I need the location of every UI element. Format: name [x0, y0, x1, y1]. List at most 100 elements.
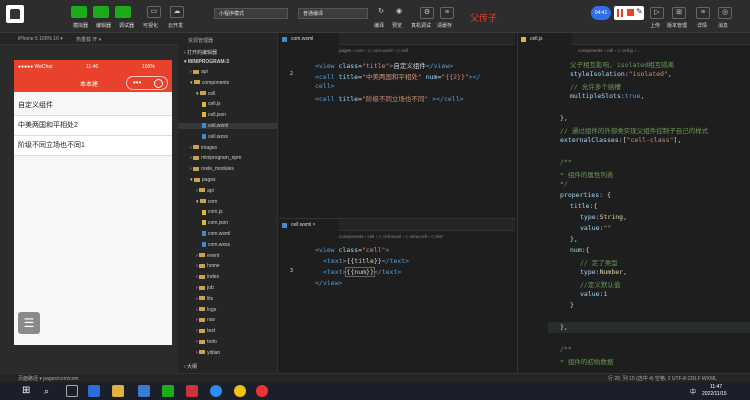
folder-item[interactable]: › home [196, 263, 220, 269]
tree-label: logs [207, 306, 217, 313]
file-item[interactable]: cell.js [202, 101, 221, 107]
folder-icon [193, 156, 200, 161]
editor-com-wxml[interactable]: com.wxml pages › com › ◇ com.wxml › ◇ ce… [279, 33, 515, 216]
folder-item[interactable]: › node_modules [190, 166, 234, 172]
tree-label: cell [207, 90, 216, 97]
folder-app-icon[interactable] [112, 385, 124, 397]
outline-panel[interactable]: › 大纲 [184, 363, 197, 370]
folder-item[interactable]: › lits [196, 296, 213, 302]
folder-item[interactable]: ▾ components [190, 80, 229, 86]
folder-item[interactable]: › job [196, 285, 214, 291]
folder-item[interactable]: ▾ com [196, 199, 217, 205]
ime-indicator[interactable]: 中 [690, 387, 696, 396]
folder-item[interactable]: ▾ pages [190, 177, 216, 183]
file-item[interactable]: com.json [202, 220, 228, 226]
mode-select[interactable]: 小程序模式 [214, 8, 288, 19]
record-toolbar[interactable]: ✎ [614, 6, 644, 20]
message-icon[interactable]: ◎ [718, 7, 732, 19]
folder-item[interactable]: › images [190, 145, 217, 151]
folder-item[interactable]: › event [196, 253, 219, 259]
tab-com-wxml[interactable]: com.wxml [279, 33, 339, 45]
p-app-icon[interactable] [186, 385, 198, 397]
task-view-icon[interactable] [66, 385, 78, 397]
file-item[interactable]: cell.json [202, 112, 226, 118]
folder-icon [199, 350, 206, 355]
label-details: 详情 [697, 23, 708, 29]
page-path[interactable]: 页面路径 ▾ pages/com/com [18, 375, 79, 382]
floating-menu-icon[interactable]: ☰ [18, 312, 40, 334]
hotreload-select[interactable]: 热重载 开 ▾ [76, 36, 101, 43]
user-avatar[interactable] [6, 5, 24, 23]
folder-icon [199, 296, 206, 301]
chrome-app-icon[interactable] [234, 385, 246, 397]
open-editors[interactable]: › 打开的编辑器 [184, 49, 217, 56]
close-capsule-icon[interactable] [154, 79, 163, 88]
file-item[interactable]: com.wxss [202, 242, 230, 248]
battery-text: 100% [142, 64, 155, 70]
compile-select[interactable]: 普通编译 [298, 8, 368, 19]
explorer-app-icon[interactable] [88, 385, 100, 397]
search-icon[interactable]: ⌕ [44, 385, 56, 397]
editor-cell-wxml[interactable]: cell.wxml × components › cell › ◇ cell.w… [279, 218, 515, 373]
preview-icon[interactable]: ◉ [392, 7, 406, 19]
file-item[interactable]: cell.wxss [202, 134, 228, 140]
visual-icon[interactable]: ▭ [147, 6, 161, 18]
file-item[interactable]: com.wxml [202, 231, 230, 237]
code-cell-2: <text>{{title}}</text> [323, 257, 410, 265]
project-root[interactable]: ▾ MINIPROGRAM-3 [184, 59, 229, 65]
folder-item[interactable]: › miniprogram_npm [190, 155, 241, 161]
pause-icon[interactable] [617, 9, 623, 17]
tree-label: com [207, 198, 218, 205]
file-item[interactable]: cell.wxml [178, 123, 278, 129]
editor-toggle[interactable] [93, 6, 109, 18]
tree-label: com.wxss [208, 241, 230, 248]
tab-cell-js[interactable]: cell.js [518, 33, 572, 45]
custom-component-heading: 自定义组件 [14, 96, 172, 116]
folder-icon [199, 91, 206, 96]
label-editor: 编辑器 [96, 23, 112, 29]
simulator-toggle[interactable] [71, 6, 87, 18]
folder-icon [199, 188, 206, 193]
version-icon[interactable]: ⊞ [672, 7, 686, 19]
wxml-file-icon [202, 231, 206, 237]
h-app-icon[interactable] [138, 385, 150, 397]
editor-cell-js[interactable]: cell.js components › cell › ◇ cell.js › … [517, 33, 750, 373]
clear-cache-icon[interactable]: ≡ [440, 7, 454, 19]
folder-item[interactable]: › todo [196, 339, 217, 345]
folder-item[interactable]: › index [196, 274, 219, 280]
pen-icon[interactable]: ✎ [636, 7, 643, 16]
folder-item[interactable]: › api [196, 188, 214, 194]
folder-item[interactable]: ▾ cell [196, 91, 215, 97]
folder-item[interactable]: › nav [196, 317, 215, 323]
label-preview: 预览 [392, 23, 403, 29]
capsule-button[interactable]: ••• [126, 76, 168, 90]
cell-row-1[interactable]: 中美两国和平相处2 [14, 116, 172, 136]
close-tab-icon[interactable]: × [313, 222, 316, 228]
debugger-toggle[interactable] [115, 6, 131, 18]
cloud-icon[interactable]: ☁ [170, 6, 184, 18]
cell-row-2[interactable]: 阶级不同立场也不同1 [14, 136, 172, 156]
folder-icon [199, 339, 206, 344]
details-icon[interactable]: ≡ [696, 7, 710, 19]
tab-label: cell.wxml [291, 222, 312, 228]
windows-start-icon[interactable]: ⊞ [22, 385, 34, 397]
browser-app-icon[interactable] [210, 385, 222, 397]
js-line-f: // 通过组件的外部类实现父组件控制子自己的样式 [560, 127, 709, 135]
tab-cell-wxml[interactable]: cell.wxml × [279, 219, 339, 231]
wechat-devtools-icon[interactable] [162, 385, 174, 397]
file-item[interactable]: com.js [202, 209, 222, 215]
folder-item[interactable]: › logs [196, 307, 216, 313]
folder-icon [199, 199, 206, 204]
refresh-icon[interactable]: ↻ [374, 7, 388, 19]
remote-debug-icon[interactable]: ⚙ [420, 7, 434, 19]
netease-app-icon[interactable] [256, 385, 268, 397]
folder-item[interactable]: › yidian [196, 350, 220, 356]
stop-icon[interactable] [627, 9, 634, 16]
upload-icon[interactable]: ▷ [650, 7, 664, 19]
folder-item[interactable]: › api [190, 69, 208, 75]
js-file-icon [202, 209, 206, 215]
folder-item[interactable]: › test [196, 328, 215, 334]
wxss-file-icon [202, 133, 206, 139]
device-select[interactable]: iPhone 5 100% 16 ▾ [18, 36, 63, 42]
more-icon[interactable]: ••• [133, 78, 141, 87]
